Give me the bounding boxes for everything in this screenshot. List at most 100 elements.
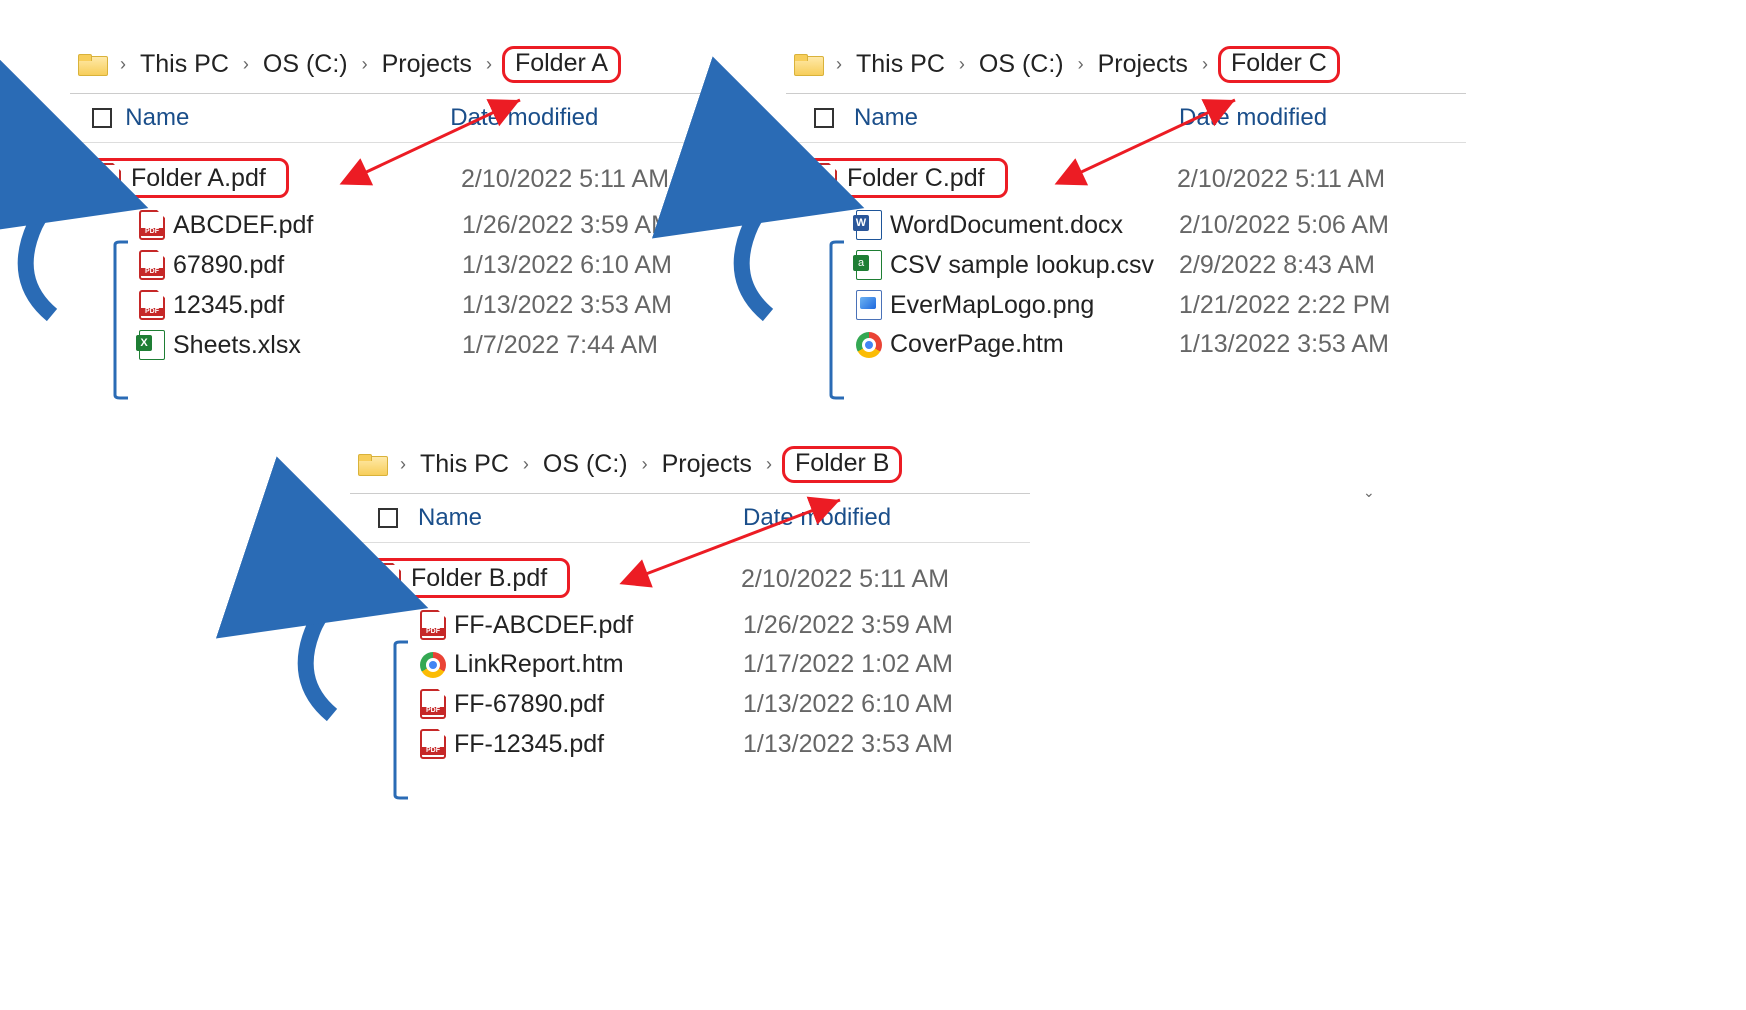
explorer-window-a: › This PC › OS (C:) › Projects › Folder … [70,40,730,365]
docx-icon [856,210,882,240]
file-row[interactable]: EverMapLogo.png1/21/2022 2:22 PM [786,285,1466,325]
file-date-modified: 1/21/2022 2:22 PM [1179,291,1439,320]
select-all-checkbox[interactable] [378,508,398,528]
select-all-checkbox[interactable] [814,108,834,128]
file-row[interactable]: FF-67890.pdf1/13/2022 6:10 AM [350,684,1030,724]
column-headers: Name Date modified ⌄ [70,94,730,143]
file-row[interactable]: FF-ABCDEF.pdf1/26/2022 3:59 AM [350,605,1030,645]
breadcrumb-item[interactable]: Projects [378,48,476,81]
file-row[interactable]: Folder A.pdf2/10/2022 5:11 AM [70,153,730,205]
breadcrumb[interactable]: › This PC › OS (C:) › Projects › Folder … [786,40,1466,94]
breadcrumb[interactable]: › This PC › OS (C:) › Projects › Folder … [350,440,1030,494]
chevron-right-icon: › [356,54,374,75]
chevron-right-icon: › [1072,54,1090,75]
file-name: FF-12345.pdf [454,730,743,759]
file-date-modified: 2/10/2022 5:06 AM [1179,211,1439,240]
column-header-name[interactable]: Name [125,104,450,132]
file-date-modified: 1/13/2022 3:53 AM [462,291,722,320]
pdf-icon [139,290,165,320]
pdf-icon [811,163,837,193]
file-date-modified: 1/7/2022 7:44 AM [462,331,722,360]
file-name: Folder C.pdf [847,164,985,193]
breadcrumb-item[interactable]: This PC [852,48,949,81]
file-name: FF-67890.pdf [454,690,743,719]
file-name: EverMapLogo.png [890,291,1179,320]
chevron-right-icon: › [237,54,255,75]
pdf-icon [139,250,165,280]
htm-icon [856,332,882,358]
file-row[interactable]: 12345.pdf1/13/2022 3:53 AM [70,285,730,325]
explorer-window-c: › This PC › OS (C:) › Projects › Folder … [786,40,1466,364]
file-row[interactable]: ABCDEF.pdf1/26/2022 3:59 AM [70,205,730,245]
file-name: Sheets.xlsx [173,331,462,360]
folder-icon [794,54,822,76]
column-header-date[interactable]: Date modified [1179,104,1327,131]
xlsx-icon [139,330,165,360]
file-row[interactable]: 67890.pdf1/13/2022 6:10 AM [70,245,730,285]
file-row[interactable]: FF-12345.pdf1/13/2022 3:53 AM [350,724,1030,764]
file-name: FF-ABCDEF.pdf [454,611,743,640]
file-row[interactable]: WordDocument.docx2/10/2022 5:06 AM [786,205,1466,245]
file-row[interactable]: Folder B.pdf 2/10/2022 5:11 AM [350,553,1030,605]
file-date-modified: 2/10/2022 5:11 AM [1177,165,1437,194]
breadcrumb-item[interactable]: Projects [1094,48,1192,81]
file-date-modified: 1/26/2022 3:59 AM [743,611,1003,640]
breadcrumb[interactable]: › This PC › OS (C:) › Projects › Folder … [70,40,730,94]
breadcrumb-item[interactable]: This PC [136,48,233,81]
file-row[interactable]: CoverPage.htm1/13/2022 3:53 AM [786,325,1466,364]
breadcrumb-item[interactable]: OS (C:) [259,48,352,81]
file-name: ABCDEF.pdf [173,211,462,240]
file-list: Folder B.pdf 2/10/2022 5:11 AM FF-ABCDEF.p… [350,543,1030,764]
file-date-modified: 2/10/2022 5:11 AM [741,565,1001,594]
chevron-down-icon[interactable]: ⌄ [1363,484,1375,501]
highlighted-output-file[interactable]: Folder A.pdf [86,158,289,198]
file-row[interactable]: Folder C.pdf 2/10/2022 5:11 AM [786,153,1466,205]
folder-icon [78,54,106,76]
file-name: WordDocument.docx [890,211,1179,240]
column-header-name[interactable]: Name [854,104,1179,132]
file-date-modified: 1/13/2022 6:10 AM [743,690,1003,719]
file-date-modified: 1/13/2022 6:10 AM [462,251,722,280]
pdf-icon [420,689,446,719]
file-name: CoverPage.htm [890,330,1179,359]
select-all-checkbox[interactable] [92,108,112,128]
breadcrumb-item-current[interactable]: Folder B [782,446,902,483]
file-date-modified: 1/13/2022 3:53 AM [743,730,1003,759]
highlighted-output-file[interactable]: Folder C.pdf [802,158,1008,198]
file-list: Folder C.pdf 2/10/2022 5:11 AM WordDocumen… [786,143,1466,364]
breadcrumb-item-current[interactable]: Folder C [1218,46,1340,83]
file-name: CSV sample lookup.csv [890,251,1179,280]
pdf-icon [420,729,446,759]
file-row[interactable]: LinkReport.htm1/17/2022 1:02 AM [350,645,1030,684]
pdf-icon [95,163,121,193]
pdf-icon [375,563,401,593]
pdf-icon [139,210,165,240]
chevron-right-icon: › [760,454,778,475]
breadcrumb-item[interactable]: This PC [416,448,513,481]
file-list: Folder A.pdf2/10/2022 5:11 AMABCDEF.pdf1… [70,143,730,365]
column-header-name[interactable]: Name [418,504,743,532]
csv-icon [856,250,882,280]
breadcrumb-item[interactable]: OS (C:) [975,48,1068,81]
file-row[interactable]: Sheets.xlsx1/7/2022 7:44 AM [70,325,730,365]
breadcrumb-item[interactable]: Projects [658,448,756,481]
pdf-icon [420,610,446,640]
chevron-right-icon: › [830,54,848,75]
breadcrumb-item[interactable]: OS (C:) [539,448,632,481]
column-header-date[interactable]: Date modified [450,104,598,131]
chevron-right-icon: › [480,54,498,75]
column-headers: Name Date modified ⌄ [786,94,1466,143]
chevron-right-icon: › [636,454,654,475]
file-row[interactable]: CSV sample lookup.csv2/9/2022 8:43 AM [786,245,1466,285]
chevron-right-icon: › [517,454,535,475]
highlighted-output-file[interactable]: Folder B.pdf [366,558,570,598]
explorer-window-b: › This PC › OS (C:) › Projects › Folder … [350,440,1030,764]
breadcrumb-item-current[interactable]: Folder A [502,46,621,83]
column-header-date[interactable]: Date modified [743,504,891,531]
chevron-right-icon: › [114,54,132,75]
file-name: Folder A.pdf [131,164,266,193]
file-date-modified: 1/13/2022 3:53 AM [1179,330,1439,359]
file-name: Folder B.pdf [411,564,547,593]
folder-icon [358,454,386,476]
file-name: LinkReport.htm [454,650,743,679]
